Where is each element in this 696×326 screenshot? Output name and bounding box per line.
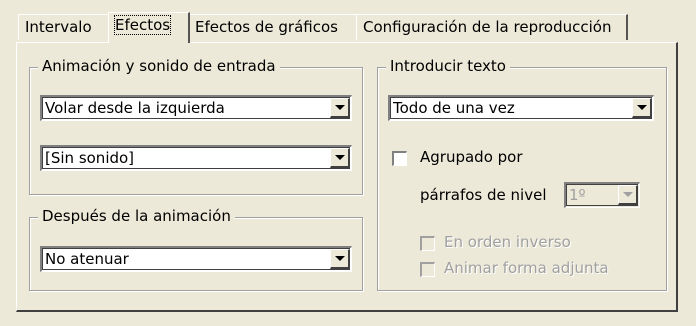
tab-configuracion-reproduccion[interactable]: Configuración de la reproducción [356, 14, 628, 40]
tab-intervalo[interactable]: Intervalo [18, 14, 110, 40]
level-label: párrafos de nivel [420, 186, 547, 204]
paragraph-level-select[interactable]: 1º [564, 182, 640, 208]
group-title: Después de la animación [38, 207, 235, 225]
reverse-order-label: En orden inverso [444, 233, 571, 251]
tab-efectos-de-graficos[interactable]: Efectos de gráficos [188, 14, 358, 40]
chevron-down-icon [637, 105, 647, 110]
animate-shape-label: Animar forma adjunta [444, 259, 609, 277]
tab-efectos[interactable]: Efectos [108, 12, 190, 43]
tab-label: Efectos de gráficos [195, 18, 338, 36]
select-value: 1º [569, 186, 586, 204]
group-title: Introducir texto [386, 57, 510, 75]
dropdown-button[interactable] [330, 249, 350, 269]
grouped-checkbox[interactable] [392, 151, 407, 166]
dropdown-button[interactable] [330, 148, 350, 168]
select-value: No atenuar [45, 250, 129, 268]
reverse-order-checkbox[interactable] [420, 236, 435, 251]
tab-label: Intervalo [25, 18, 92, 36]
after-animation-select[interactable]: No atenuar [40, 246, 352, 272]
introduce-text-group: Introducir texto Todo de una vez Agrupad… [377, 57, 667, 291]
animate-shape-checkbox[interactable] [420, 262, 435, 277]
tab-panel-efectos: Animación y sonido de entrada Volar desd… [16, 42, 678, 312]
select-value: [Sin sonido] [45, 149, 135, 167]
after-animation-group: Después de la animación No atenuar [29, 207, 363, 291]
tab-label: Configuración de la reproducción [363, 18, 612, 36]
chevron-down-icon [335, 105, 345, 110]
entry-animation-group: Animación y sonido de entrada Volar desd… [29, 57, 363, 195]
chevron-down-icon [335, 256, 345, 261]
entry-animation-select[interactable]: Volar desde la izquierda [40, 95, 352, 121]
grouped-label: Agrupado por [420, 148, 523, 166]
introduce-text-select[interactable]: Todo de una vez [388, 95, 654, 121]
chevron-down-icon [335, 155, 345, 160]
select-value: Volar desde la izquierda [45, 99, 225, 117]
dropdown-button[interactable] [632, 98, 652, 118]
dropdown-button[interactable] [330, 98, 350, 118]
tab-label: Efectos [113, 15, 172, 35]
entry-sound-select[interactable]: [Sin sonido] [40, 145, 352, 171]
group-title: Animación y sonido de entrada [38, 57, 280, 75]
dropdown-button[interactable] [618, 185, 638, 205]
select-value: Todo de una vez [393, 99, 515, 117]
chevron-down-icon [623, 192, 633, 197]
